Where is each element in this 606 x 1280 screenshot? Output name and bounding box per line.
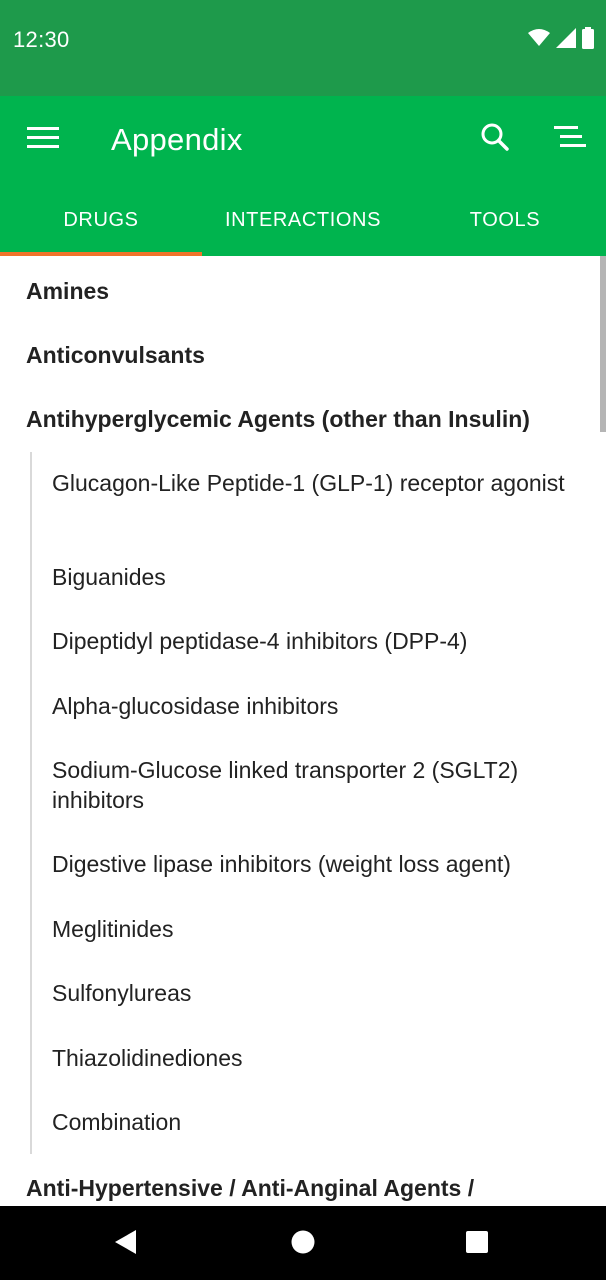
tab-interactions[interactable]: INTERACTIONS [202, 184, 404, 256]
heading-anticonvulsants[interactable]: Anticonvulsants [26, 342, 205, 369]
list-item[interactable]: Sodium-Glucose linked transporter 2 (SGL… [52, 755, 572, 815]
list-item[interactable]: Dipeptidyl peptidase-4 inhibitors (DPP-4… [52, 626, 572, 656]
back-button[interactable] [106, 1224, 146, 1264]
status-icons [528, 26, 594, 50]
list-item[interactable]: Digestive lipase inhibitors (weight loss… [52, 849, 572, 879]
recents-icon [465, 1230, 489, 1259]
drug-list[interactable]: Amines Anticonvulsants Antihyperglycemic… [0, 256, 606, 1206]
back-icon [114, 1229, 138, 1260]
scrollbar[interactable] [600, 256, 606, 432]
heading-antihyperglycemic[interactable]: Antihyperglycemic Agents (other than Ins… [26, 406, 530, 433]
menu-icon [27, 126, 59, 154]
menu-button[interactable] [22, 120, 64, 160]
heading-amines[interactable]: Amines [26, 278, 109, 305]
status-time: 12:30 [13, 27, 70, 52]
page-title: Appendix [111, 122, 243, 157]
list-item[interactable]: Sulfonylureas [52, 978, 572, 1008]
list-item[interactable]: Meglitinides [52, 914, 572, 944]
tab-tools[interactable]: TOOLS [404, 184, 606, 256]
toc-icon [554, 124, 586, 155]
status-bar: 12:30 [0, 0, 606, 96]
tab-drugs[interactable]: DRUGS [0, 184, 202, 256]
navigation-bar [0, 1206, 606, 1280]
tab-bar: DRUGS INTERACTIONS TOOLS [0, 184, 606, 256]
list-item[interactable]: Alpha-glucosidase inhibitors [52, 691, 572, 721]
search-icon [480, 122, 510, 157]
list-item[interactable]: Thiazolidinediones [52, 1043, 572, 1073]
antihyperglycemic-sublist: Glucagon-Like Peptide-1 (GLP-1) receptor… [30, 452, 590, 1154]
list-item[interactable]: Glucagon-Like Peptide-1 (GLP-1) receptor… [52, 468, 572, 498]
signal-icon [556, 28, 576, 48]
toc-button[interactable] [548, 118, 592, 160]
list-item[interactable]: Combination [52, 1107, 572, 1137]
home-button[interactable] [283, 1224, 323, 1264]
home-icon [291, 1230, 315, 1259]
app-bar: Appendix [0, 96, 606, 184]
battery-icon [582, 27, 594, 49]
wifi-icon [528, 29, 550, 47]
list-item[interactable]: Biguanides [52, 562, 572, 592]
search-button[interactable] [474, 118, 516, 160]
recents-button[interactable] [457, 1224, 497, 1264]
heading-antihypertensive[interactable]: Anti-Hypertensive / Anti-Anginal Agents … [26, 1175, 474, 1202]
